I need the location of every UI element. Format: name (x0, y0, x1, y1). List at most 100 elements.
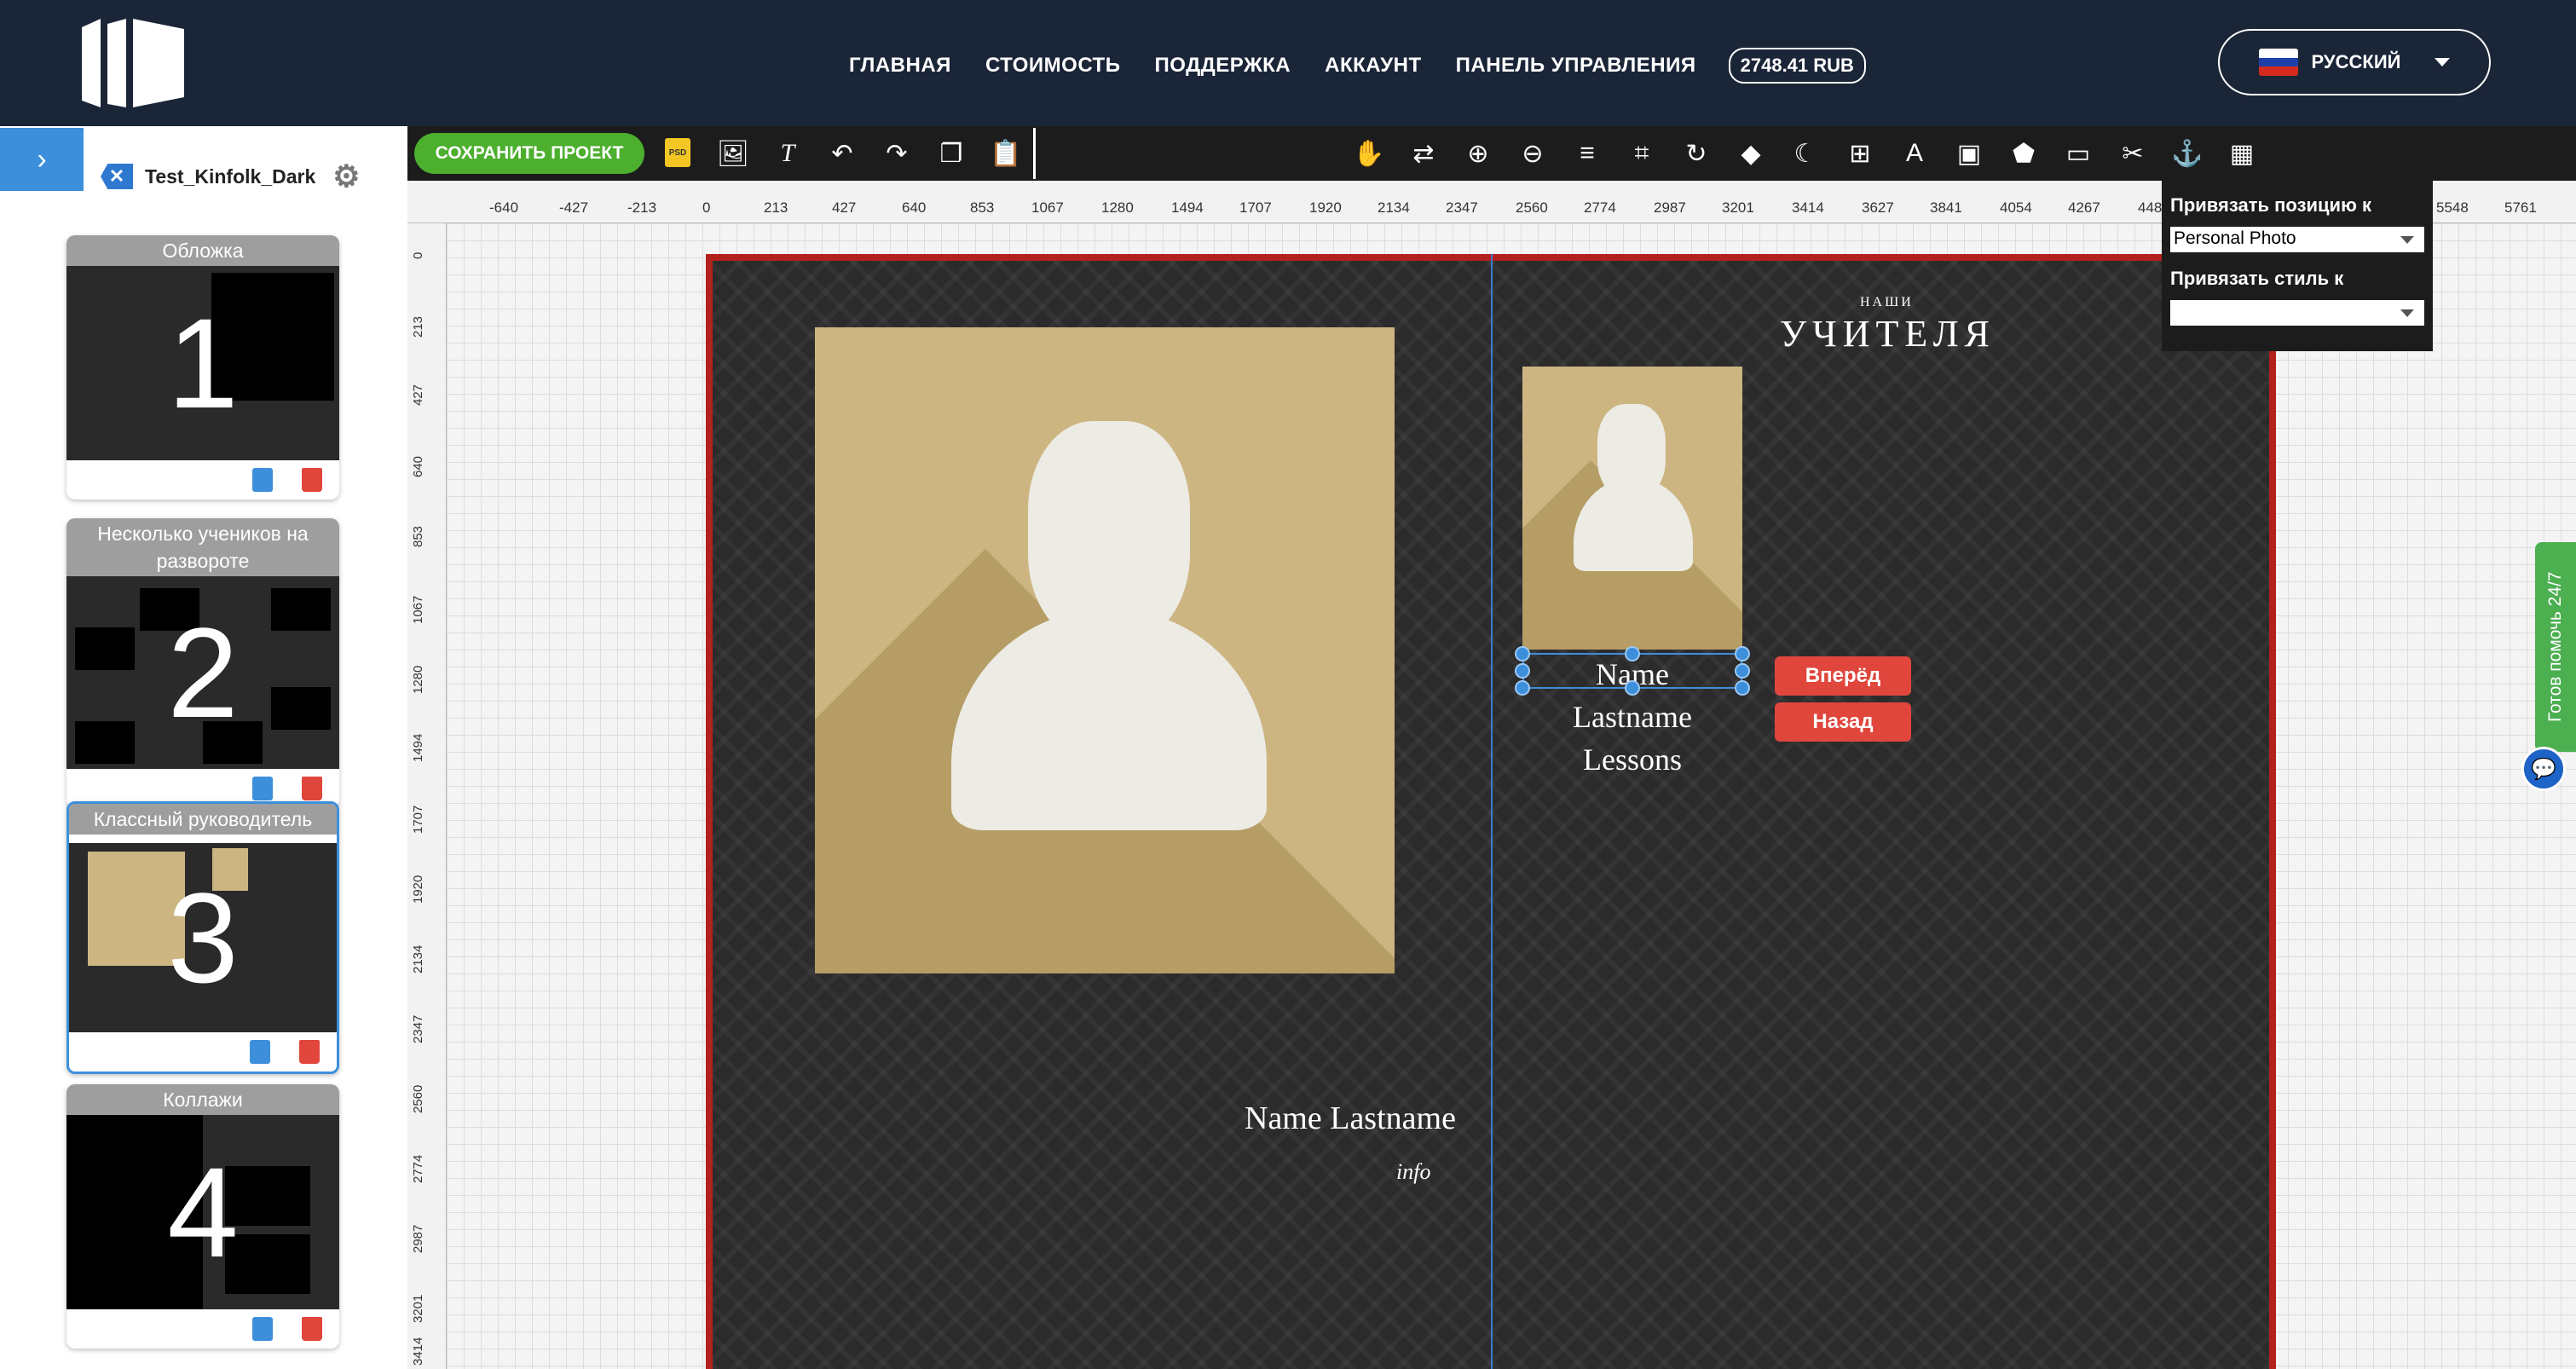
ruler-label: 3627 (1862, 199, 1894, 216)
back-button[interactable]: Назад (1775, 702, 1911, 742)
text-color-icon[interactable]: A (1897, 138, 1932, 169)
delete-page-icon[interactable] (299, 1040, 320, 1064)
save-project-button[interactable]: СОХРАНИТЬ ПРОЕКТ (414, 133, 644, 174)
ruler-label: 2774 (411, 1154, 425, 1183)
chat-icon[interactable]: 💬 (2521, 747, 2566, 791)
zoom-out-icon[interactable]: ⊖ (1516, 138, 1550, 169)
resize-handle[interactable] (1735, 646, 1750, 661)
ruler-label: 2987 (1654, 199, 1686, 216)
undo-icon[interactable]: ↶ (825, 138, 859, 169)
ruler-label: 2987 (411, 1224, 425, 1253)
ruler-label: 3841 (1930, 199, 1962, 216)
help-tab[interactable]: Готов помочь 24/7 (2535, 542, 2576, 752)
resize-handle[interactable] (1515, 663, 1530, 679)
project-header: ✕ Test_Kinfolk_Dark ⚙ (101, 159, 361, 194)
nav-support[interactable]: ПОДДЕРЖКА (1154, 54, 1291, 78)
grid-icon[interactable]: ⊞ (1843, 138, 1877, 169)
copy-icon[interactable]: ❐ (934, 138, 968, 169)
ruler-label: 2347 (1446, 199, 1478, 216)
redo-icon[interactable]: ↷ (880, 138, 914, 169)
copy-page-icon[interactable] (252, 468, 273, 492)
delete-page-icon[interactable] (302, 777, 322, 800)
ruler-label: 1067 (1031, 199, 1064, 216)
main-photo-placeholder[interactable] (815, 327, 1395, 973)
resize-handle[interactable] (1515, 646, 1530, 661)
ruler-label: 3414 (411, 1337, 425, 1366)
page-thumbnail[interactable]: 3 (69, 843, 337, 1032)
shape-icon[interactable]: ⬟ (2007, 138, 2041, 169)
page-card-cover[interactable]: Обложка 1 (66, 235, 339, 500)
scissors-icon[interactable]: ✂ (2116, 138, 2150, 169)
resize-handle[interactable] (1735, 663, 1750, 679)
nav-account[interactable]: АККАУНТ (1325, 54, 1421, 78)
image-icon[interactable]: ▣ (1952, 138, 1986, 169)
delete-page-icon[interactable] (302, 468, 322, 492)
ruler-label: 0 (411, 251, 425, 259)
ruler-label: 853 (970, 199, 995, 216)
teacher-lastname[interactable]: Lastname (1522, 696, 1742, 738)
resize-handle[interactable] (1625, 646, 1640, 661)
align-icon[interactable]: ≡ (1570, 138, 1604, 169)
page-thumbnail[interactable]: 2 (66, 576, 339, 769)
moon-icon[interactable]: ☾ (1788, 138, 1822, 169)
ruler-label: 1067 (411, 595, 425, 624)
photo-info-text[interactable]: info (1396, 1159, 1430, 1185)
page-thumbnail[interactable]: 4 (66, 1115, 339, 1309)
page-thumbnail[interactable]: 1 (66, 266, 339, 460)
spread-center-guide (1491, 254, 1493, 1369)
close-project-icon[interactable]: ✕ (101, 164, 133, 189)
sidebar-toggle-button[interactable]: › (0, 128, 84, 191)
main-nav: ГЛАВНАЯ СТОИМОСТЬ ПОДДЕРЖКА АККАУНТ ПАНЕ… (849, 48, 1866, 84)
heading-small[interactable]: НАШИ (1860, 295, 1914, 310)
anchor-icon[interactable]: ⚓ (2170, 138, 2204, 169)
crop-icon[interactable]: ⌗ (1625, 138, 1659, 169)
paste-icon[interactable]: 📋 (989, 138, 1023, 169)
ruler-label: 2134 (411, 944, 425, 973)
teacher-lessons[interactable]: Lessons (1522, 738, 1742, 781)
ruler-label: 5761 (2504, 199, 2537, 216)
layout-icon[interactable]: ▦ (2225, 138, 2259, 169)
brand-logo[interactable] (82, 19, 184, 107)
photo-name-text[interactable]: Name Lastname (1245, 1100, 1456, 1137)
ruler-label: 213 (411, 315, 425, 338)
heading-big[interactable]: УЧИТЕЛЯ (1780, 312, 1996, 355)
nav-home[interactable]: ГЛАВНАЯ (849, 54, 951, 78)
nav-pricing[interactable]: СТОИМОСТЬ (985, 54, 1121, 78)
page-card-students[interactable]: Несколько учеников на развороте 2 (66, 518, 339, 808)
copy-page-icon[interactable] (252, 1317, 273, 1341)
ruler-vertical: 0 213 427 640 853 1067 1280 1494 1707 19… (407, 223, 447, 1369)
style-anchor-label: Привязать стиль к (2170, 268, 2344, 289)
page-title: Несколько учеников на развороте (66, 518, 339, 576)
page-card-class-teacher[interactable]: Классный руководитель 3 (66, 801, 339, 1074)
style-anchor-select[interactable] (2170, 300, 2424, 326)
project-name: Test_Kinfolk_Dark (145, 165, 316, 188)
delete-page-icon[interactable] (302, 1317, 322, 1341)
resize-handle[interactable] (1735, 680, 1750, 696)
hand-icon[interactable]: ✋ (1352, 138, 1386, 169)
teacher-photo-placeholder[interactable] (1522, 367, 1742, 650)
psd-icon[interactable]: PSD (665, 138, 690, 167)
rotate-icon[interactable]: ↻ (1679, 138, 1713, 169)
swap-icon[interactable]: ⇄ (1406, 138, 1441, 169)
resize-handle[interactable] (1515, 680, 1530, 696)
resize-handle[interactable] (1625, 680, 1640, 696)
page-card-collages[interactable]: Коллажи 4 (66, 1084, 339, 1349)
frame-icon[interactable]: ▭ (2061, 138, 2095, 169)
copy-page-icon[interactable] (250, 1040, 270, 1064)
copy-page-icon[interactable] (252, 777, 273, 800)
ruler-label: 1494 (411, 733, 425, 762)
balance-badge[interactable]: 2748.41 RUB (1728, 48, 1866, 84)
position-anchor-select[interactable]: Personal Photo (2170, 227, 2424, 252)
zoom-in-icon[interactable]: ⊕ (1461, 138, 1495, 169)
toolbar-divider (1033, 128, 1036, 179)
nav-dashboard[interactable]: ПАНЕЛЬ УПРАВЛЕНИЯ (1456, 54, 1696, 78)
add-image-icon[interactable]: 🖼 (716, 138, 750, 169)
position-anchor-label: Привязать позицию к (2170, 194, 2371, 216)
gear-icon[interactable]: ⚙ (332, 159, 360, 194)
language-select[interactable]: РУССКИЙ (2218, 29, 2491, 95)
add-text-icon[interactable]: T (771, 138, 805, 169)
chevron-down-icon (2434, 58, 2451, 66)
forward-button[interactable]: Вперёд (1775, 656, 1911, 696)
ruler-label: -213 (627, 199, 657, 216)
layers-icon[interactable]: ◆ (1734, 138, 1768, 169)
